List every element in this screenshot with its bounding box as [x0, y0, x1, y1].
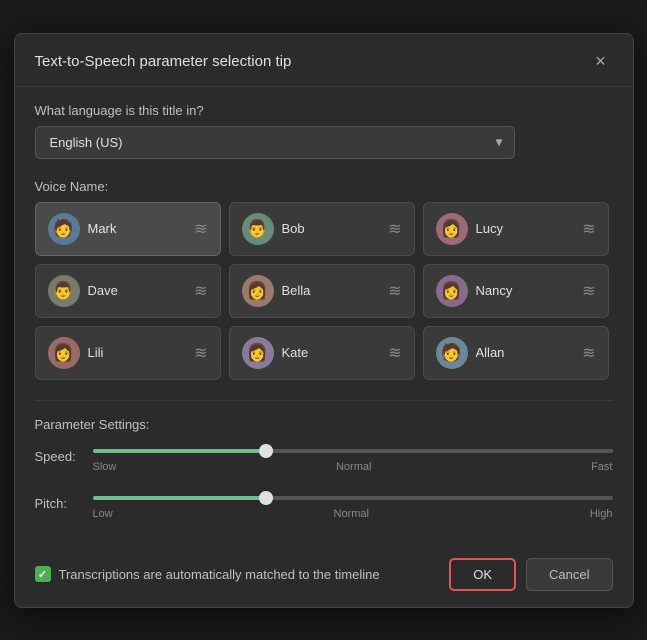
pitch-slider-labels: Low Normal High: [93, 508, 613, 520]
wave-icon-mark: ≋: [194, 219, 207, 239]
voice-name-allan: Allan: [476, 345, 505, 360]
voice-card-kate[interactable]: 👩 Kate ≋: [229, 326, 415, 380]
dialog-header: Text-to-Speech parameter selection tip ×: [15, 34, 633, 87]
wave-icon-allan: ≋: [582, 343, 595, 363]
cancel-button[interactable]: Cancel: [526, 558, 612, 591]
voice-card-left: 👩 Nancy: [436, 275, 513, 307]
voice-card-left: 👩 Bella: [242, 275, 311, 307]
speed-normal-label: Normal: [336, 461, 371, 473]
voice-card-left: 👩 Lucy: [436, 213, 503, 245]
voice-label: Voice Name:: [35, 179, 613, 194]
avatar-bob: 👨: [242, 213, 274, 245]
voice-card-left: 👨 Dave: [48, 275, 118, 307]
dialog-title: Text-to-Speech parameter selection tip: [35, 53, 292, 70]
voice-card-lili[interactable]: 👩 Lili ≋: [35, 326, 221, 380]
parameter-label: Parameter Settings:: [35, 417, 613, 432]
pitch-row: Pitch: Low Normal High: [35, 487, 613, 520]
pitch-slider-container: Low Normal High: [93, 487, 613, 520]
speed-label: Speed:: [35, 449, 85, 464]
footer-left: Transcriptions are automatically matched…: [35, 566, 380, 582]
voice-card-dave[interactable]: 👨 Dave ≋: [35, 264, 221, 318]
wave-icon-dave: ≋: [194, 281, 207, 301]
language-label: What language is this title in?: [35, 103, 613, 118]
voice-name-nancy: Nancy: [476, 283, 513, 298]
speed-slider-container: Slow Normal Fast: [93, 440, 613, 473]
speed-fast-label: Fast: [591, 461, 612, 473]
tts-dialog: Text-to-Speech parameter selection tip ×…: [14, 33, 634, 608]
voice-card-bob[interactable]: 👨 Bob ≋: [229, 202, 415, 256]
footer-buttons: OK Cancel: [449, 558, 612, 591]
avatar-kate: 👩: [242, 337, 274, 369]
language-select-wrapper: English (US) English (UK) Spanish French…: [35, 126, 515, 159]
avatar-lucy: 👩: [436, 213, 468, 245]
pitch-low-label: Low: [93, 508, 113, 520]
voice-section: Voice Name: 🧑 Mark ≋ 👨 Bob ≋ 👩 Lucy ≋ 👨: [35, 179, 613, 380]
dialog-body: What language is this title in? English …: [15, 87, 633, 550]
speed-row: Speed: Slow Normal Fast: [35, 440, 613, 473]
wave-icon-bella: ≋: [388, 281, 401, 301]
auto-match-label: Transcriptions are automatically matched…: [59, 567, 380, 582]
avatar-lili: 👩: [48, 337, 80, 369]
pitch-label: Pitch:: [35, 496, 85, 511]
voice-name-kate: Kate: [282, 345, 309, 360]
voice-card-bella[interactable]: 👩 Bella ≋: [229, 264, 415, 318]
voice-card-left: 🧑 Allan: [436, 337, 505, 369]
language-section: What language is this title in? English …: [35, 103, 613, 159]
voice-card-nancy[interactable]: 👩 Nancy ≋: [423, 264, 609, 318]
wave-icon-kate: ≋: [388, 343, 401, 363]
avatar-mark: 🧑: [48, 213, 80, 245]
voice-card-left: 👩 Kate: [242, 337, 309, 369]
voice-card-mark[interactable]: 🧑 Mark ≋: [35, 202, 221, 256]
auto-match-checkbox[interactable]: [35, 566, 51, 582]
voice-name-bella: Bella: [282, 283, 311, 298]
voice-card-left: 🧑 Mark: [48, 213, 117, 245]
parameter-section: Parameter Settings: Speed: Slow Normal F…: [35, 417, 613, 520]
voice-name-bob: Bob: [282, 221, 305, 236]
wave-icon-lucy: ≋: [582, 219, 595, 239]
voice-card-lucy[interactable]: 👩 Lucy ≋: [423, 202, 609, 256]
voice-name-lili: Lili: [88, 345, 104, 360]
avatar-nancy: 👩: [436, 275, 468, 307]
dialog-footer: Transcriptions are automatically matched…: [15, 550, 633, 607]
divider: [35, 400, 613, 401]
voice-card-allan[interactable]: 🧑 Allan ≋: [423, 326, 609, 380]
wave-icon-bob: ≋: [388, 219, 401, 239]
avatar-dave: 👨: [48, 275, 80, 307]
avatar-bella: 👩: [242, 275, 274, 307]
voice-name-lucy: Lucy: [476, 221, 503, 236]
avatar-allan: 🧑: [436, 337, 468, 369]
speed-slow-label: Slow: [93, 461, 117, 473]
voice-card-left: 👩 Lili: [48, 337, 104, 369]
voice-card-left: 👨 Bob: [242, 213, 305, 245]
pitch-slider[interactable]: [93, 496, 613, 500]
close-button[interactable]: ×: [589, 50, 613, 74]
wave-icon-lili: ≋: [194, 343, 207, 363]
language-select[interactable]: English (US) English (UK) Spanish French…: [35, 126, 515, 159]
ok-button[interactable]: OK: [449, 558, 516, 591]
voice-grid: 🧑 Mark ≋ 👨 Bob ≋ 👩 Lucy ≋ 👨 Dave ≋: [35, 202, 613, 380]
voice-name-mark: Mark: [88, 221, 117, 236]
pitch-normal-label: Normal: [334, 508, 369, 520]
voice-name-dave: Dave: [88, 283, 118, 298]
pitch-high-label: High: [590, 508, 613, 520]
speed-slider[interactable]: [93, 449, 613, 453]
speed-slider-labels: Slow Normal Fast: [93, 461, 613, 473]
wave-icon-nancy: ≋: [582, 281, 595, 301]
